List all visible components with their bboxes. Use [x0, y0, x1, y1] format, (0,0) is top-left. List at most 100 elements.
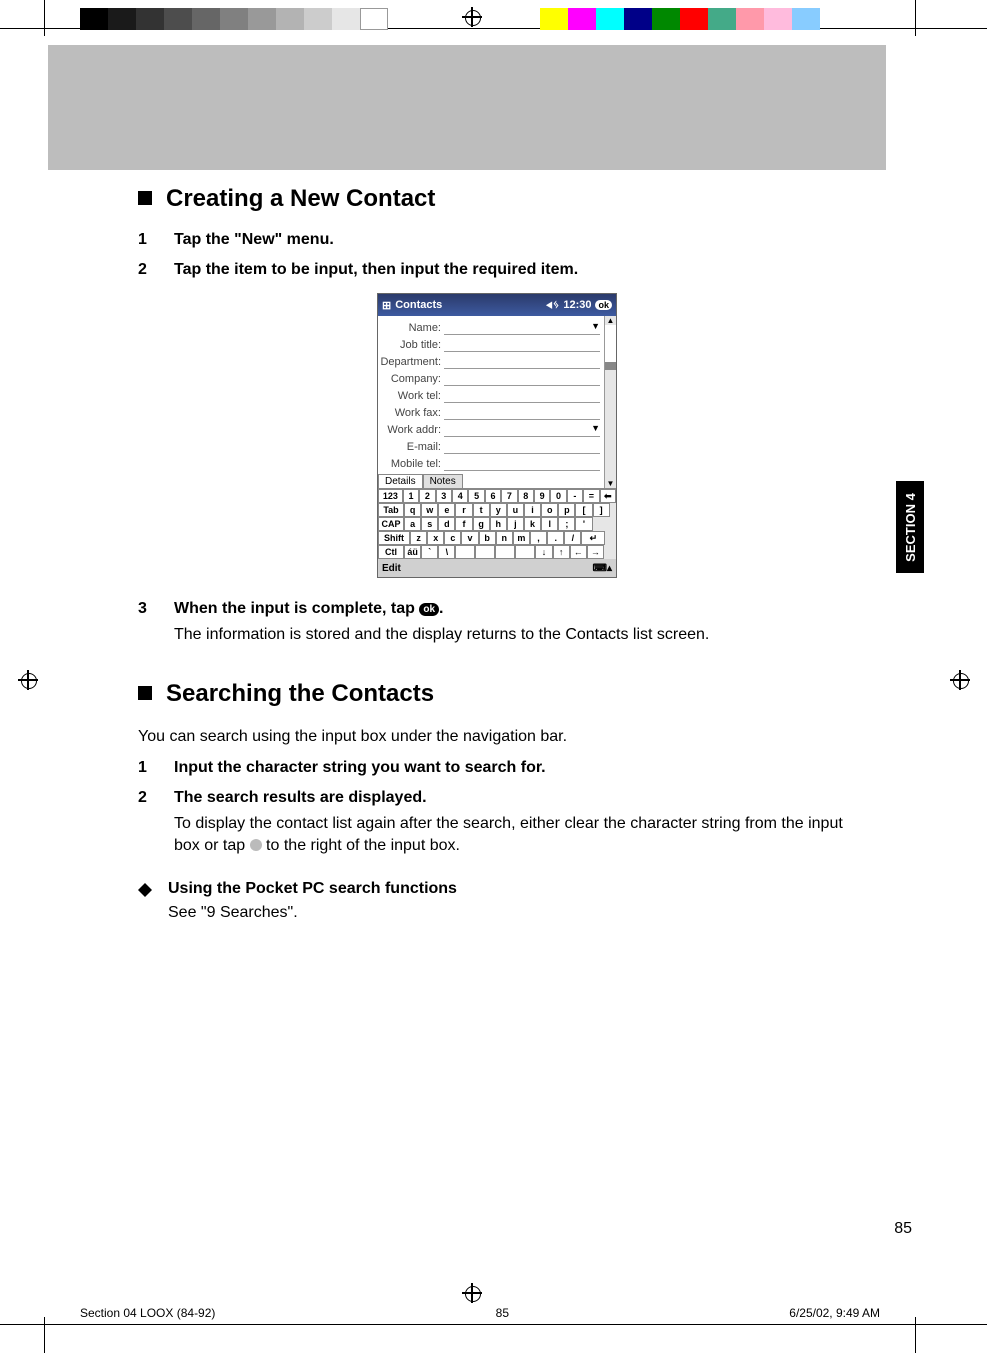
- keyboard-key[interactable]: Ctl: [378, 545, 404, 559]
- keyboard-key[interactable]: 1: [403, 489, 419, 503]
- keyboard-key[interactable]: .: [547, 531, 564, 545]
- keyboard-key[interactable]: 8: [518, 489, 534, 503]
- diamond-bullet-icon: [138, 876, 152, 890]
- keyboard-key[interactable]: b: [479, 531, 496, 545]
- keyboard-key[interactable]: r: [455, 503, 472, 517]
- keyboard-key[interactable]: o: [541, 503, 558, 517]
- keyboard-toggle-icon[interactable]: ⌨▴: [593, 563, 612, 574]
- keyboard-key[interactable]: q: [404, 503, 421, 517]
- pda-field-row[interactable]: Work fax:: [380, 404, 602, 421]
- keyboard-key[interactable]: [495, 545, 515, 559]
- pda-field-row[interactable]: Department:: [380, 353, 602, 370]
- pda-field-row[interactable]: E-mail:: [380, 438, 602, 455]
- keyboard-key[interactable]: 4: [452, 489, 468, 503]
- search-step-2: 2 The search results are displayed.: [138, 789, 856, 807]
- keyboard-key[interactable]: x: [427, 531, 444, 545]
- pda-tab-notes[interactable]: Notes: [423, 474, 463, 488]
- keyboard-key[interactable]: 5: [468, 489, 484, 503]
- keyboard-key[interactable]: y: [490, 503, 507, 517]
- search-intro: You can search using the input box under…: [138, 726, 856, 748]
- keyboard-key[interactable]: p: [558, 503, 575, 517]
- keyboard-key[interactable]: g: [473, 517, 490, 531]
- keyboard-key[interactable]: ': [575, 517, 592, 531]
- keyboard-key[interactable]: ⬅: [600, 489, 616, 503]
- keyboard-key[interactable]: 9: [534, 489, 550, 503]
- keyboard-key[interactable]: z: [410, 531, 427, 545]
- step-1: 1 Tap the "New" menu.: [138, 231, 856, 249]
- pda-tab-details[interactable]: Details: [378, 474, 423, 488]
- keyboard-key[interactable]: Shift: [378, 531, 410, 545]
- step-3: 3 When the input is complete, tap ok.: [138, 600, 856, 618]
- keyboard-key[interactable]: `: [421, 545, 438, 559]
- keyboard-key[interactable]: ←: [570, 545, 587, 559]
- keyboard-key[interactable]: ↑: [553, 545, 570, 559]
- keyboard-key[interactable]: f: [455, 517, 472, 531]
- keyboard-key[interactable]: n: [496, 531, 513, 545]
- keyboard-key[interactable]: 2: [419, 489, 435, 503]
- pda-scrollbar[interactable]: ▲▼: [604, 316, 616, 488]
- keyboard-key[interactable]: [: [575, 503, 592, 517]
- registration-mark-left: [18, 670, 38, 690]
- keyboard-key[interactable]: 7: [501, 489, 517, 503]
- keyboard-key[interactable]: -: [567, 489, 583, 503]
- keyboard-key[interactable]: ↓: [535, 545, 552, 559]
- keyboard-key[interactable]: ↵: [581, 531, 605, 545]
- pda-field-row[interactable]: Mobile tel:: [380, 455, 602, 472]
- pda-edit-bar[interactable]: Edit ⌨▴: [378, 559, 616, 577]
- keyboard-key[interactable]: ]: [593, 503, 610, 517]
- keyboard-key[interactable]: j: [507, 517, 524, 531]
- pda-keyboard[interactable]: 1231234567890-=⬅Tabqwertyuiop[]CAPasdfgh…: [378, 488, 616, 559]
- ok-icon-inline: ok: [419, 603, 439, 616]
- page-number: 85: [894, 1220, 912, 1238]
- crop-marks-bottom: [0, 1317, 987, 1353]
- keyboard-key[interactable]: =: [583, 489, 599, 503]
- keyboard-key[interactable]: h: [490, 517, 507, 531]
- keyboard-key[interactable]: ;: [558, 517, 575, 531]
- start-icon: ⊞: [382, 299, 391, 312]
- registration-mark-top: [462, 7, 482, 27]
- keyboard-key[interactable]: c: [444, 531, 461, 545]
- keyboard-key[interactable]: →: [587, 545, 604, 559]
- keyboard-key[interactable]: [475, 545, 495, 559]
- keyboard-key[interactable]: k: [524, 517, 541, 531]
- pda-field-row[interactable]: Name:▼: [380, 319, 602, 336]
- pda-field-row[interactable]: Work addr:▼: [380, 421, 602, 438]
- keyboard-key[interactable]: t: [473, 503, 490, 517]
- keyboard-key[interactable]: [455, 545, 475, 559]
- keyboard-key[interactable]: e: [438, 503, 455, 517]
- keyboard-key[interactable]: \: [438, 545, 455, 559]
- keyboard-key[interactable]: 123: [378, 489, 403, 503]
- color-swatches-color: [540, 8, 820, 30]
- keyboard-key[interactable]: m: [513, 531, 530, 545]
- keyboard-key[interactable]: a: [404, 517, 421, 531]
- pda-tabs: Details Notes: [378, 474, 604, 488]
- pda-ok-button[interactable]: ok: [595, 300, 612, 310]
- keyboard-key[interactable]: 3: [436, 489, 452, 503]
- pda-field-row[interactable]: Job title:: [380, 336, 602, 353]
- heading-creating-contact: Creating a New Contact: [138, 185, 856, 213]
- grey-circle-icon: [250, 839, 262, 851]
- keyboard-key[interactable]: áü: [404, 545, 421, 559]
- keyboard-key[interactable]: v: [461, 531, 478, 545]
- keyboard-key[interactable]: u: [507, 503, 524, 517]
- keyboard-key[interactable]: /: [564, 531, 581, 545]
- keyboard-key[interactable]: 6: [485, 489, 501, 503]
- pda-field-row[interactable]: Company:: [380, 370, 602, 387]
- keyboard-key[interactable]: i: [524, 503, 541, 517]
- sub-body: See "9 Searches".: [168, 904, 856, 922]
- keyboard-key[interactable]: d: [438, 517, 455, 531]
- pda-field-row[interactable]: Work tel:: [380, 387, 602, 404]
- keyboard-key[interactable]: l: [541, 517, 558, 531]
- step-2: 2 Tap the item to be input, then input t…: [138, 261, 856, 279]
- keyboard-key[interactable]: 0: [550, 489, 566, 503]
- square-bullet-icon: [138, 191, 152, 205]
- keyboard-key[interactable]: s: [421, 517, 438, 531]
- search-step-1: 1 Input the character string you want to…: [138, 759, 856, 777]
- pda-app-title: Contacts: [395, 299, 442, 311]
- keyboard-key[interactable]: w: [421, 503, 438, 517]
- keyboard-key[interactable]: ,: [530, 531, 547, 545]
- keyboard-key[interactable]: [515, 545, 535, 559]
- sub-heading: Using the Pocket PC search functions: [138, 880, 856, 898]
- keyboard-key[interactable]: CAP: [378, 517, 404, 531]
- keyboard-key[interactable]: Tab: [378, 503, 404, 517]
